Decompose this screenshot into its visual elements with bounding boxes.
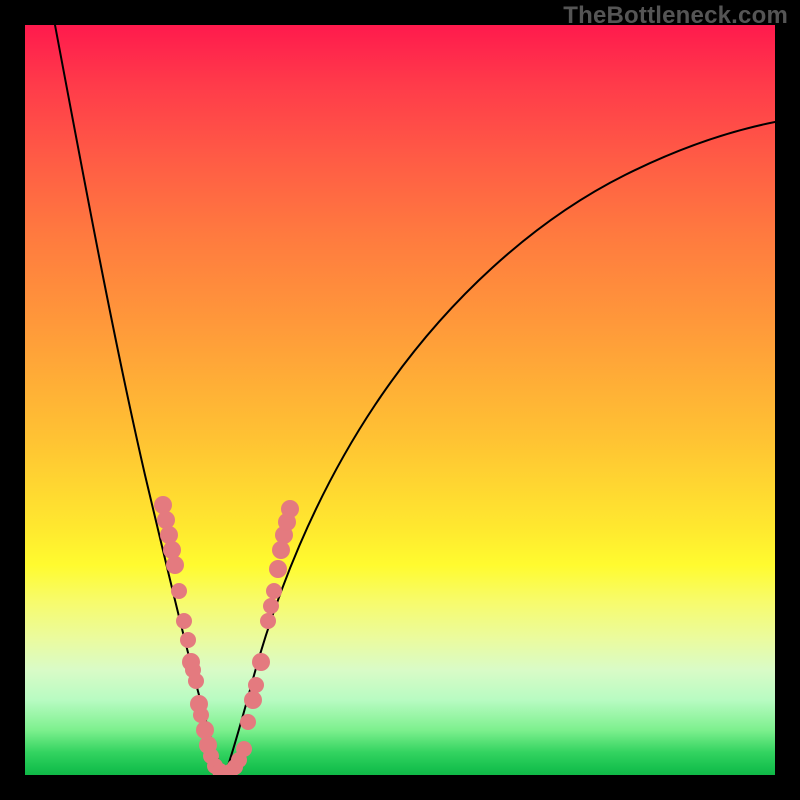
- marker-cluster: [154, 496, 299, 775]
- marker-dot: [196, 721, 214, 739]
- marker-dot: [248, 677, 264, 693]
- marker-dot: [166, 556, 184, 574]
- marker-dot: [266, 583, 282, 599]
- marker-dot: [176, 613, 192, 629]
- marker-dot: [188, 673, 204, 689]
- watermark-text: TheBottleneck.com: [563, 2, 788, 30]
- marker-dot: [193, 707, 209, 723]
- marker-dot: [154, 496, 172, 514]
- marker-dot: [281, 500, 299, 518]
- marker-dot: [263, 598, 279, 614]
- marker-dot: [160, 526, 178, 544]
- marker-dot: [240, 714, 256, 730]
- marker-dot: [163, 541, 181, 559]
- marker-dot: [260, 613, 276, 629]
- outer-frame: TheBottleneck.com: [0, 0, 800, 800]
- marker-dot: [244, 691, 262, 709]
- marker-dot: [252, 653, 270, 671]
- plot-area: [25, 25, 775, 775]
- marker-dot: [272, 541, 290, 559]
- right-curve: [225, 122, 775, 775]
- marker-dot: [157, 511, 175, 529]
- marker-dot: [171, 583, 187, 599]
- marker-dot: [180, 632, 196, 648]
- marker-dot: [236, 741, 252, 757]
- marker-dot: [269, 560, 287, 578]
- chart-svg: [25, 25, 775, 775]
